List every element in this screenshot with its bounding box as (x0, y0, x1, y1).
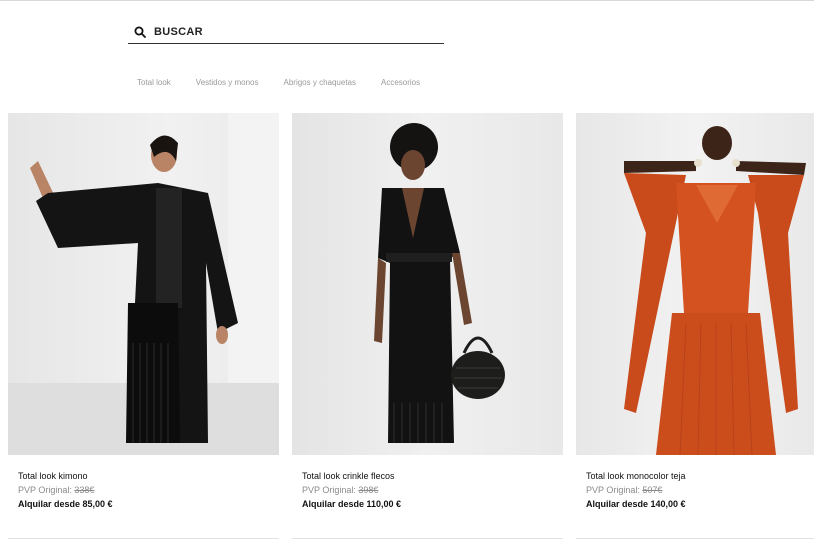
product-name[interactable]: Total look monocolor teja (586, 469, 814, 483)
original-price: PVP Original: 398€ (302, 485, 379, 495)
product-card[interactable]: Total look crinkle flecos PVP Original: … (292, 113, 563, 511)
category-vestidos-monos[interactable]: Vestidos y monos (196, 78, 259, 87)
product-name[interactable]: Total look crinkle flecos (302, 469, 563, 483)
category-accesorios[interactable]: Accesorios (381, 78, 420, 87)
product-image-teja[interactable] (576, 113, 814, 455)
category-abrigos-chaquetas[interactable]: Abrigos y chaquetas (284, 78, 357, 87)
product-image-crinkle[interactable] (292, 113, 563, 455)
original-price: PVP Original: 507€ (586, 485, 663, 495)
next-row-edge (576, 538, 814, 539)
rent-price: Alquilar desde 85,00 € (18, 499, 113, 509)
next-row-edge (8, 538, 279, 539)
product-card[interactable]: Total look kimono PVP Original: 338€ Alq… (8, 113, 279, 511)
search-icon (134, 26, 146, 38)
top-divider (0, 0, 814, 1)
search-bar[interactable]: BUSCAR (128, 20, 444, 44)
category-total-look[interactable]: Total look (137, 78, 171, 87)
next-row-edge (292, 538, 563, 539)
product-name[interactable]: Total look kimono (18, 469, 279, 483)
rent-price: Alquilar desde 140,00 € (586, 499, 686, 509)
category-nav: Total look Vestidos y monos Abrigos y ch… (137, 78, 445, 87)
rent-price: Alquilar desde 110,00 € (302, 499, 402, 509)
product-image-kimono[interactable] (8, 113, 279, 455)
original-price: PVP Original: 338€ (18, 485, 95, 495)
product-card[interactable]: Total look monocolor teja PVP Original: … (576, 113, 814, 511)
search-label: BUSCAR (154, 25, 203, 38)
